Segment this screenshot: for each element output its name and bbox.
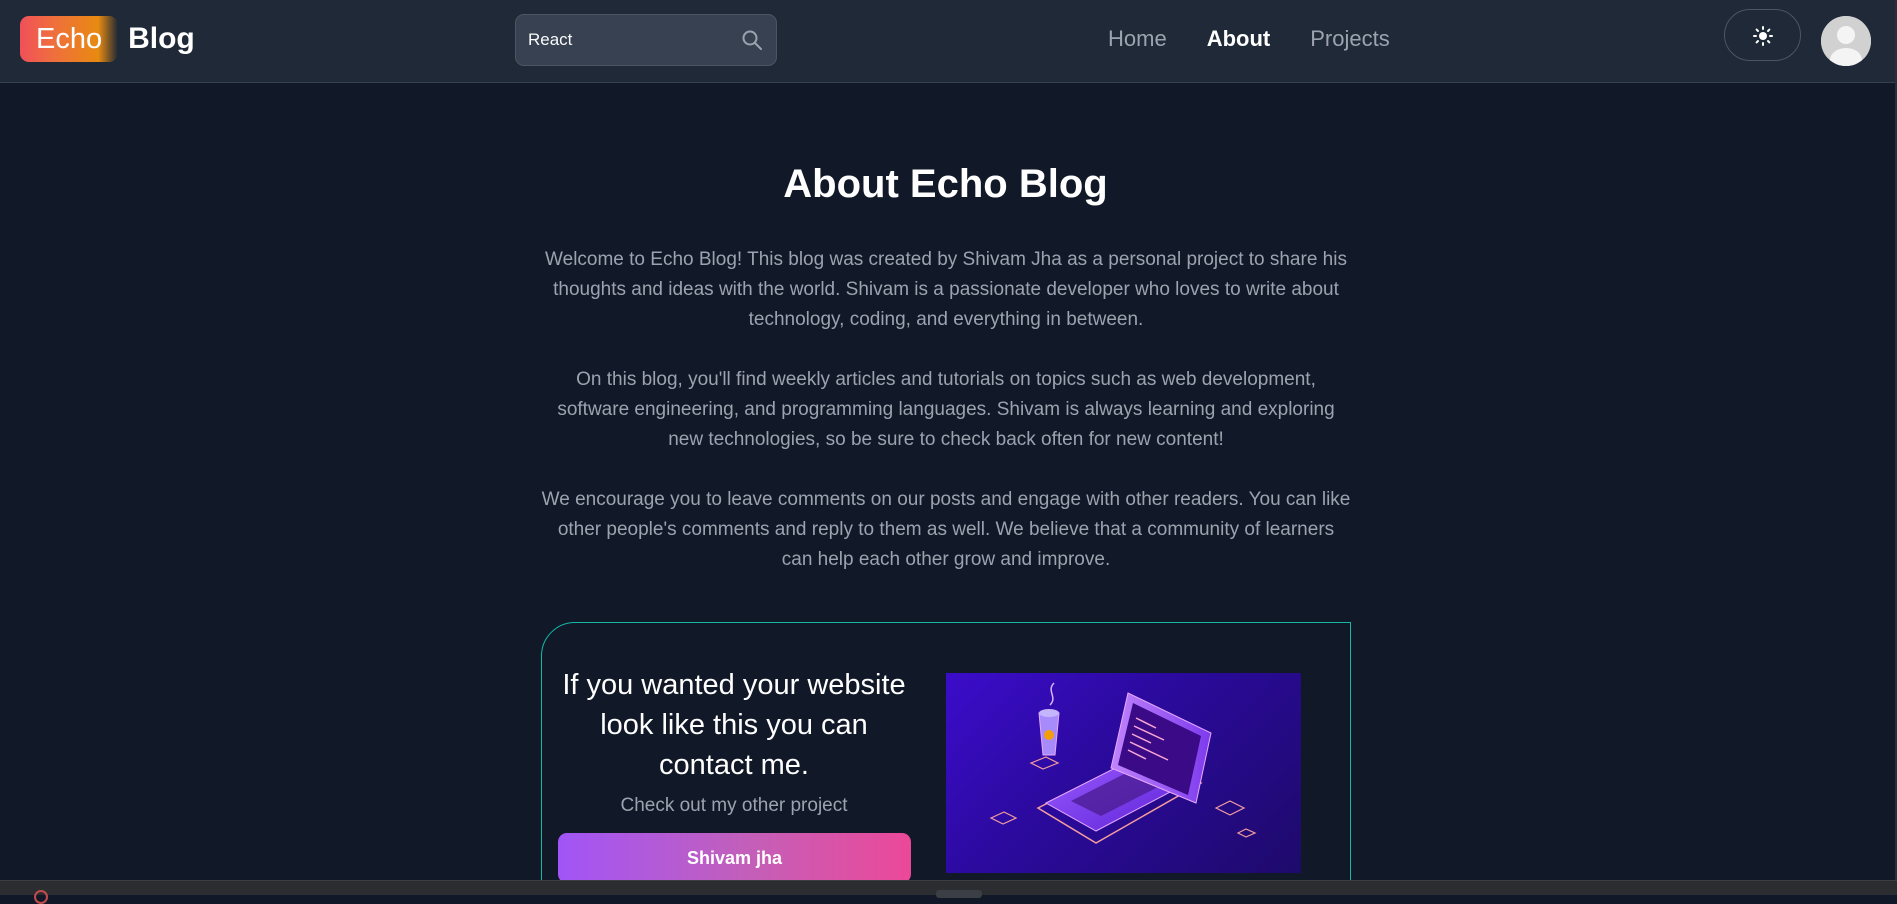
brand-logo[interactable]: Echo Blog (20, 16, 195, 62)
cta-contact-button[interactable]: Shivam jha (558, 833, 911, 880)
page-viewport: Echo Blog Home About Projects (0, 0, 1897, 880)
intro-paragraph-1: Welcome to Echo Blog! This blog was crea… (545, 249, 1347, 330)
page-title: About Echo Blog (783, 162, 1108, 206)
search-box (515, 14, 777, 66)
sun-icon (1753, 26, 1773, 46)
search-input[interactable] (528, 15, 728, 65)
nav-home[interactable]: Home (1108, 24, 1167, 54)
search-icon[interactable] (740, 28, 764, 52)
about-intro: Welcome to Echo Blog! This blog was crea… (540, 245, 1352, 605)
nav-about[interactable]: About (1207, 24, 1271, 54)
taskbar-strip (0, 880, 1897, 904)
cta-subtext: Check out my other project (620, 795, 848, 816)
taskbar-indicator (936, 890, 982, 898)
laptop-illustration-icon (946, 673, 1301, 873)
theme-toggle-button[interactable] (1724, 9, 1801, 61)
brand-text: Blog (128, 22, 195, 55)
contact-cta-card: If you wanted your website look like thi… (541, 622, 1351, 880)
nav-projects[interactable]: Projects (1310, 24, 1389, 54)
cta-heading: If you wanted your website look like thi… (562, 669, 906, 781)
brand-badge: Echo (20, 16, 119, 62)
navbar: Echo Blog Home About Projects (0, 0, 1897, 83)
app-icon[interactable] (34, 890, 48, 904)
main-nav: Home About Projects (1108, 24, 1430, 54)
user-avatar-icon (1821, 16, 1871, 66)
intro-paragraph-3: We encourage you to leave comments on ou… (541, 489, 1351, 570)
intro-paragraph-2: On this blog, you'll find weekly article… (557, 369, 1335, 450)
user-avatar-button[interactable] (1821, 16, 1871, 66)
